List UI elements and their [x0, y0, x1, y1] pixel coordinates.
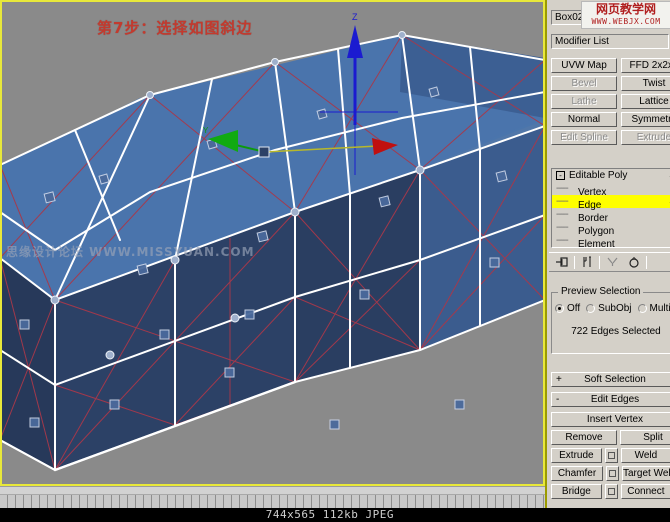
selection-count-text: 722 Edges Selected: [571, 326, 661, 337]
insert-vertex-button[interactable]: Insert Vertex: [551, 412, 670, 427]
modifier-list-dropdown[interactable]: Modifier List: [551, 34, 669, 49]
modifier-button-twist[interactable]: Twist: [621, 76, 670, 91]
tree-dash-icon: -----: [556, 183, 569, 194]
modifier-stack-toolbar[interactable]: [549, 252, 670, 272]
radio-multi-label: Multi: [649, 303, 670, 314]
command-panel[interactable]: 网页教学网 WWW.WEBJX.COM Box02 Modifier List …: [545, 0, 670, 508]
tree-dash-icon: -----: [556, 196, 569, 207]
rollout-toggle-icon: -: [556, 394, 560, 405]
stack-root-label: Editable Poly: [569, 170, 628, 181]
stack-item-label: Element: [578, 239, 615, 248]
pin-stack-icon[interactable]: [552, 254, 572, 271]
settings-square-glyph: [607, 488, 615, 495]
viewport-perspective[interactable]: Z Y 第7步：选择如图斜边 思缘设计论坛 WWW.MISSYUAN.COM: [0, 0, 545, 486]
radio-off[interactable]: Off: [555, 303, 580, 314]
connect-button[interactable]: Connect: [620, 484, 670, 499]
edit-edges-controls: Insert Vertex Remove Split Extrude Weld …: [551, 412, 670, 502]
bridge-button[interactable]: Bridge: [551, 484, 602, 499]
modifier-button-extrude[interactable]: Extrude: [621, 130, 670, 145]
step-annotation-text: 第7步：选择如图斜边: [97, 19, 253, 37]
modifier-button-lattice[interactable]: Lattice: [621, 94, 670, 109]
rollout-soft-selection[interactable]: + Soft Selection: [551, 372, 670, 387]
settings-square-glyph: [607, 452, 615, 459]
bridge-settings-icon[interactable]: [604, 484, 618, 499]
weld-button[interactable]: Weld: [620, 448, 670, 463]
watermark-line1: 网页教学网: [595, 2, 656, 16]
rollout-edit-edges[interactable]: - Edit Edges: [551, 392, 670, 407]
modifier-button-uvw-map[interactable]: UVW Map: [551, 58, 617, 73]
radio-multi-dot: [637, 303, 647, 313]
split-button[interactable]: Split: [620, 430, 670, 445]
svg-text:Z: Z: [352, 12, 358, 22]
make-unique-icon[interactable]: [602, 254, 622, 271]
remove-button[interactable]: Remove: [551, 430, 617, 445]
stack-item-element[interactable]: ----- Element: [552, 234, 670, 247]
modifier-button-grid: UVW Map FFD 2x2x2 Bevel Twist Lathe Latt…: [551, 58, 670, 148]
preview-selection-group: Preview Selection Off SubObj Multi 722 E…: [551, 286, 670, 354]
stack-item-vertex[interactable]: ----- Vertex: [552, 182, 670, 198]
image-info-text: 744x565 112kb JPEG: [265, 508, 394, 521]
stack-item-polygon[interactable]: ----- Polygon: [552, 221, 670, 237]
modifier-stack[interactable]: -Editable Poly ◂ -----Vertex -----Edge ◂…: [551, 168, 670, 248]
extrude-button[interactable]: Extrude: [551, 448, 602, 463]
radio-multi[interactable]: Multi: [637, 303, 670, 314]
target-weld-button[interactable]: Target Weld: [622, 466, 670, 481]
modifier-button-bevel[interactable]: Bevel: [551, 76, 617, 91]
tree-dash-icon: -----: [556, 222, 569, 233]
settings-square-glyph: [609, 470, 616, 477]
screenshot-root: Z Y 第7步：选择如图斜边 思缘设计论坛 WWW.MISSYUAN.COM 7…: [0, 0, 670, 522]
svg-text:Y: Y: [203, 126, 209, 135]
viewport-watermark: 思缘设计论坛 WWW.MISSYUAN.COM: [6, 245, 255, 259]
stack-item-border[interactable]: ----- Border: [552, 208, 670, 224]
radio-subobj-label: SubObj: [598, 303, 632, 314]
toolbar-separator: [574, 255, 575, 269]
remove-modifier-icon[interactable]: [624, 254, 644, 271]
tree-dash-icon: -----: [556, 209, 569, 220]
ruler-ticks: [0, 494, 545, 509]
toolbar-separator: [599, 255, 600, 269]
show-end-result-icon[interactable]: [577, 254, 597, 271]
rollout-toggle-icon: +: [556, 374, 562, 385]
watermark-line2: WWW.WEBJX.COM: [591, 17, 661, 26]
stack-collapse-toggle[interactable]: -: [556, 170, 565, 180]
rollout-edit-edges-label: Edit Edges: [590, 394, 640, 405]
radio-off-dot: [555, 303, 564, 313]
stack-item-edge[interactable]: -----Edge ◂: [552, 195, 670, 211]
extrude-settings-icon[interactable]: [604, 448, 618, 463]
panel-watermark: 网页教学网 WWW.WEBJX.COM: [581, 1, 670, 29]
modifier-button-normal[interactable]: Normal: [551, 112, 617, 127]
modifier-button-symmetry[interactable]: Symmetry: [621, 112, 670, 127]
tree-dash-icon: -----: [556, 235, 569, 246]
rollout-soft-selection-label: Soft Selection: [584, 374, 646, 385]
radio-subobj[interactable]: SubObj: [586, 303, 632, 314]
radio-off-label: Off: [567, 303, 581, 314]
preview-selection-title: Preview Selection: [558, 286, 644, 297]
stack-root-editable-poly[interactable]: -Editable Poly ◂: [552, 169, 670, 182]
preview-selection-radios: Off SubObj Multi: [555, 303, 670, 314]
toolbar-separator: [646, 255, 647, 269]
modifier-button-lathe[interactable]: Lathe: [551, 94, 617, 109]
radio-subobj-dot: [586, 303, 596, 313]
modifier-button-ffd[interactable]: FFD 2x2x2: [621, 58, 670, 73]
timeline-ruler[interactable]: [0, 486, 545, 509]
modifier-button-edit-spline[interactable]: Edit Spline: [551, 130, 617, 145]
chamfer-button[interactable]: Chamfer: [551, 466, 603, 481]
chamfer-settings-icon[interactable]: [606, 466, 619, 481]
